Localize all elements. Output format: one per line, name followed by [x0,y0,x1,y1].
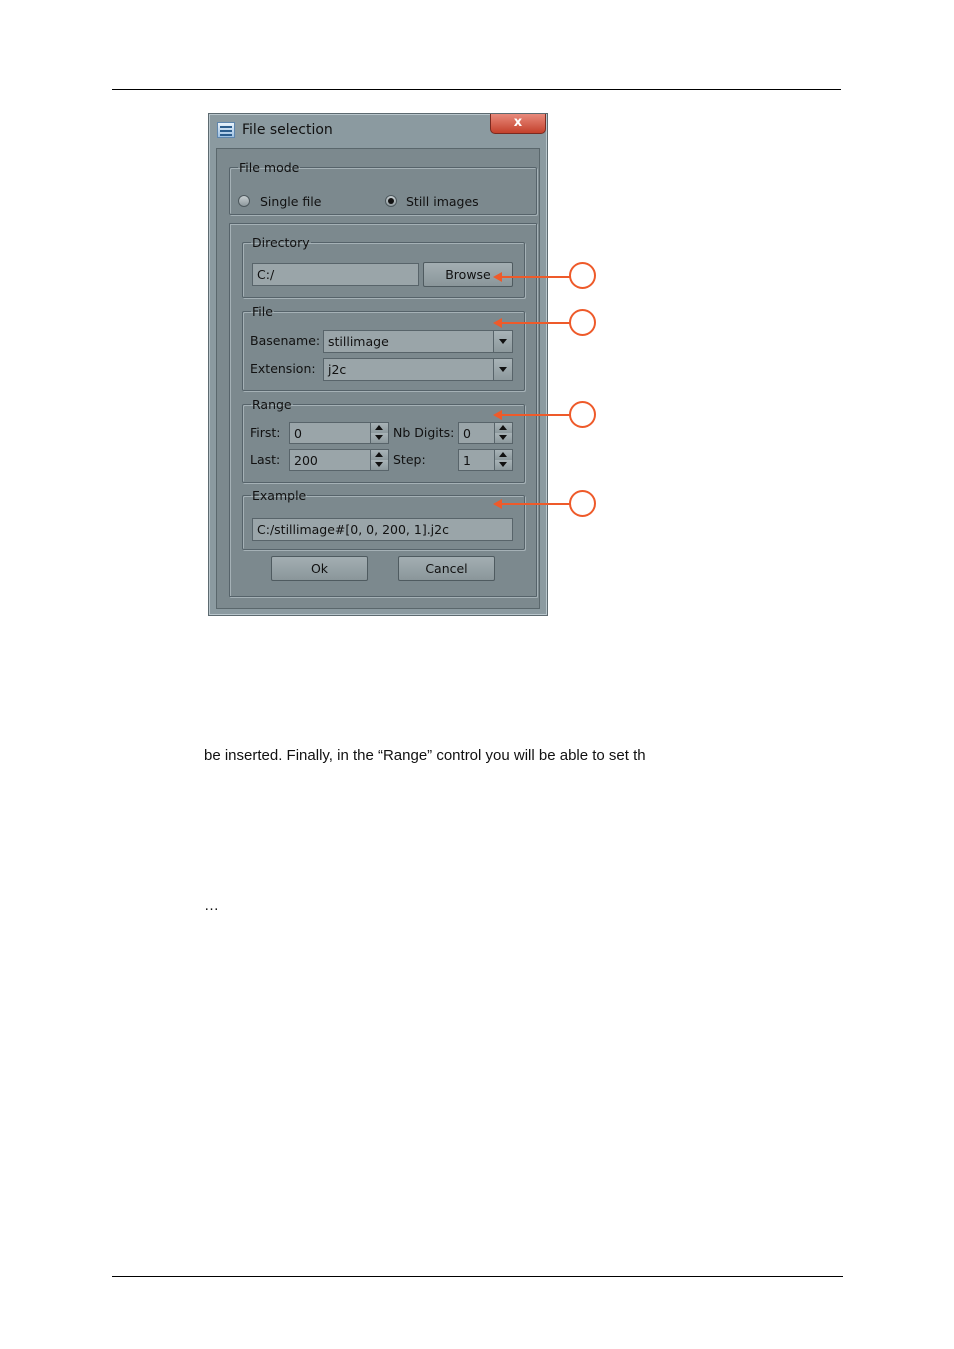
extension-label: Extension: [250,361,316,376]
directory-legend: Directory [252,235,310,250]
callout-arrow-3 [493,410,502,420]
first-value: 0 [294,426,302,441]
callout-circle-1 [569,262,596,289]
file-mode-group: File mode Single file Still images [229,161,537,215]
file-mode-legend: File mode [239,160,300,175]
nb-digits-value: 0 [463,426,471,441]
footer-rule [112,1276,843,1277]
basename-label: Basename: [250,333,321,348]
spin-down-icon[interactable] [495,433,512,443]
body-text-ellipsis: … [204,897,219,914]
cancel-button[interactable]: Cancel [398,556,495,581]
step-value: 1 [463,453,471,468]
file-legend: File [252,304,273,319]
step-spinbox[interactable]: 1 [458,449,513,471]
dialog-title: File selection [242,122,333,138]
extension-combo[interactable]: j2c [323,358,513,381]
basename-combo[interactable]: stillimage [323,330,513,353]
body-text-line: be inserted. Finally, in the “Range” con… [204,747,646,764]
dialog-body: File mode Single file Still images Direc… [216,148,540,609]
nb-digits-label: Nb Digits: [393,425,455,440]
directory-input[interactable]: C:/ [252,263,419,286]
single-file-radio[interactable] [238,195,250,207]
file-selection-dialog: File selection x File mode Single file S… [208,113,548,616]
last-spinbox[interactable]: 200 [289,449,389,471]
first-spinbox[interactable]: 0 [289,422,389,444]
example-group: Example C:/stillimage#[0, 0, 200, 1].j2c [242,489,525,550]
title-bar[interactable]: File selection x [209,114,547,147]
ok-button[interactable]: Ok [271,556,368,581]
still-images-label[interactable]: Still images [406,194,479,209]
app-icon [217,122,235,138]
basename-value: stillimage [328,334,389,349]
callout-arrow-1 [493,272,502,282]
spin-down-icon[interactable] [495,460,512,470]
first-label: First: [250,425,281,440]
single-file-label[interactable]: Single file [260,194,321,209]
callout-circle-2 [569,309,596,336]
callout-line-1 [500,276,570,278]
spin-down-icon[interactable] [371,460,388,470]
callout-arrow-4 [493,499,502,509]
example-legend: Example [252,488,307,503]
chevron-down-icon[interactable] [493,331,512,352]
callout-circle-3 [569,401,596,428]
extension-value: j2c [328,362,347,377]
close-button[interactable]: x [490,114,546,134]
callout-line-3 [500,414,570,416]
callout-arrow-2 [493,318,502,328]
callout-line-4 [500,503,570,505]
spin-down-icon[interactable] [371,433,388,443]
range-group: Range First: 0 Nb Digits: 0 Last: 200 St… [242,398,525,483]
chevron-down-icon[interactable] [493,359,512,380]
nb-digits-spinbox[interactable]: 0 [458,422,513,444]
callout-circle-4 [569,490,596,517]
callout-line-2 [500,322,570,324]
last-value: 200 [294,453,318,468]
last-label: Last: [250,452,281,467]
file-group: File Basename: stillimage Extension: j2c [242,305,525,391]
example-output: C:/stillimage#[0, 0, 200, 1].j2c [252,518,513,541]
header-rule [112,89,841,90]
step-label: Step: [393,452,426,467]
range-legend: Range [252,397,292,412]
directory-group: Directory C:/ Browse [242,236,525,298]
still-images-radio[interactable] [385,195,397,207]
